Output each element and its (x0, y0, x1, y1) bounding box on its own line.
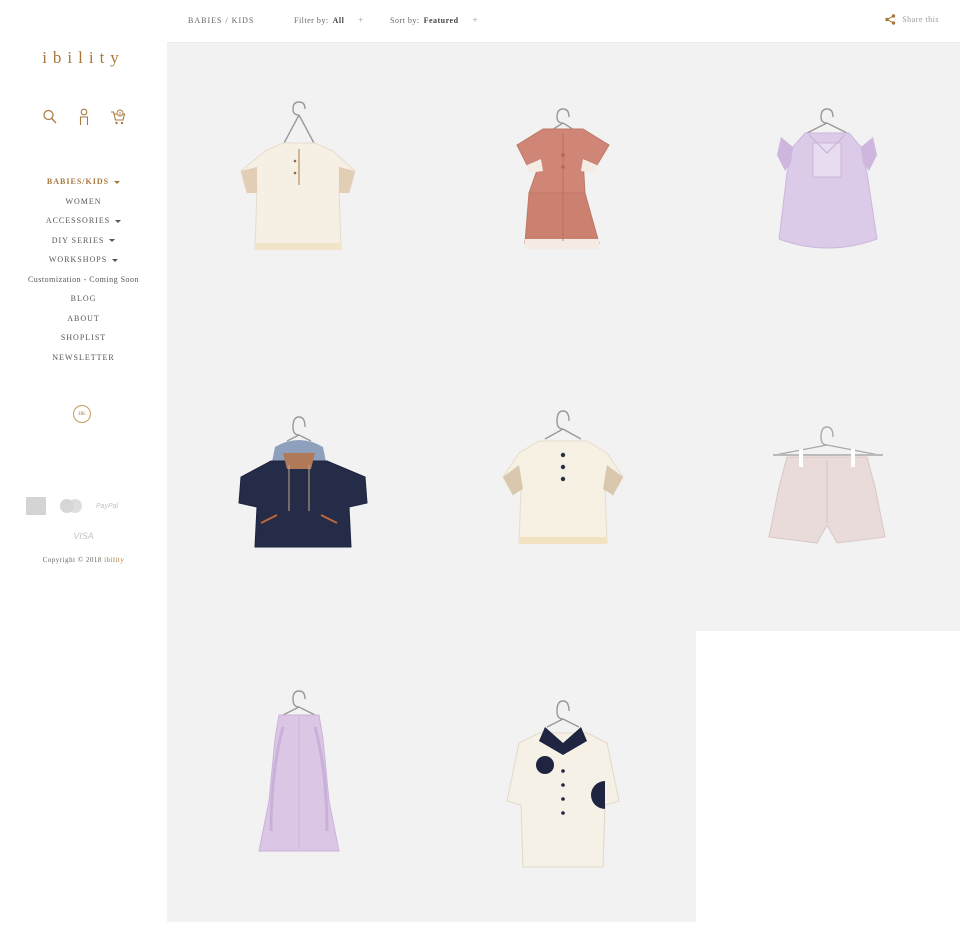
chevron-down-icon (112, 258, 119, 262)
nav-label: WOMEN (65, 196, 102, 206)
nav-label: ACCESSORIES (45, 216, 111, 225)
copyright-brand: ibility (104, 556, 125, 564)
breadcrumb[interactable]: BABIES / KIDS (188, 16, 254, 25)
visa-icon: VISA (73, 531, 94, 541)
paypal-icon: PayPal (96, 502, 119, 510)
nav-customization[interactable]: Customization - Coming Soon (0, 274, 167, 294)
nav-label: Customization - Coming Soon (27, 274, 140, 284)
nav-label: WORKSHOPS (48, 255, 108, 264)
chevron-down-icon (109, 239, 116, 243)
product-card-navy-hoodie[interactable] (167, 337, 431, 631)
nav-label: DIY SERIES (51, 235, 105, 245)
product-grid (167, 43, 960, 922)
amex-icon (26, 497, 46, 515)
product-image (768, 426, 886, 544)
share-button[interactable]: Share this (885, 14, 939, 25)
product-card-pink-shorts[interactable] (695, 337, 959, 631)
nav-women[interactable]: WOMEN (0, 196, 167, 216)
nav-shoplist[interactable]: SHOPLIST (0, 332, 167, 352)
copyright: Copyright © 2018 ibility (0, 556, 167, 564)
nav-accessories[interactable]: ACCESSORIES (0, 215, 167, 235)
sort-value: Featured (423, 16, 459, 25)
copyright-text: Copyright © 2018 (42, 556, 102, 564)
product-card-cream-button-tee[interactable] (431, 337, 695, 631)
product-image (506, 700, 620, 868)
product-image (516, 108, 610, 249)
main-nav: BABIES/KIDS WOMEN ACCESSORIES DIY SERIES… (0, 176, 167, 371)
nav-babies-kids[interactable]: BABIES/KIDS (0, 176, 167, 196)
product-card-lilac-dress[interactable] (167, 631, 431, 925)
filter-label: Filter by: (294, 16, 329, 25)
product-card-lilac-blouse[interactable] (695, 43, 959, 337)
search-icon[interactable] (42, 108, 58, 126)
chevron-down-icon (115, 219, 122, 223)
sidebar: ibility 0 BABIES/KIDS WOMEN ACCESSORIES … (0, 0, 167, 922)
mastercard-icon (60, 499, 82, 513)
sort-label: Sort by: (390, 16, 420, 25)
nav-about[interactable]: ABOUT (0, 313, 167, 333)
product-image (777, 108, 878, 249)
nav-newsletter[interactable]: NEWSLETTER (0, 352, 167, 372)
nav-label: NEWSLETTER (52, 352, 115, 362)
product-card-dot-shirt[interactable] (431, 631, 695, 925)
cart-icon[interactable]: 0 (110, 108, 126, 126)
nav-label: ABOUT (67, 313, 100, 323)
nav-diy-series[interactable]: DIY SERIES (0, 235, 167, 255)
account-icon[interactable] (76, 108, 92, 126)
payment-methods: PayPal (26, 497, 118, 515)
brand-logo[interactable]: ibility (0, 48, 167, 68)
region-badge[interactable]: HK (73, 405, 91, 423)
sort-dropdown[interactable]: Sort by: Featured + (390, 15, 478, 25)
plus-icon: + (472, 15, 479, 25)
nav-workshops[interactable]: WORKSHOPS (0, 254, 167, 274)
filter-dropdown[interactable]: Filter by: All + (294, 15, 364, 25)
nav-blog[interactable]: BLOG (0, 293, 167, 313)
product-card-cream-tee[interactable] (167, 43, 431, 337)
product-image (502, 410, 624, 544)
utility-icons: 0 (0, 108, 167, 126)
share-icon (885, 14, 896, 25)
product-card-rose-dress[interactable] (431, 43, 695, 337)
nav-label: BABIES/KIDS (46, 177, 110, 186)
plus-icon: + (358, 15, 364, 25)
chevron-down-icon (114, 180, 121, 184)
product-image (258, 690, 340, 852)
product-image (238, 416, 368, 548)
collection-toolbar: BABIES / KIDS Filter by: All + Sort by: Fea… (167, 0, 960, 43)
filter-value: All (332, 16, 345, 25)
nav-label: SHOPLIST (60, 333, 107, 342)
nav-label: BLOG (70, 294, 97, 303)
product-image (240, 101, 356, 250)
share-label: Share this (902, 15, 939, 24)
